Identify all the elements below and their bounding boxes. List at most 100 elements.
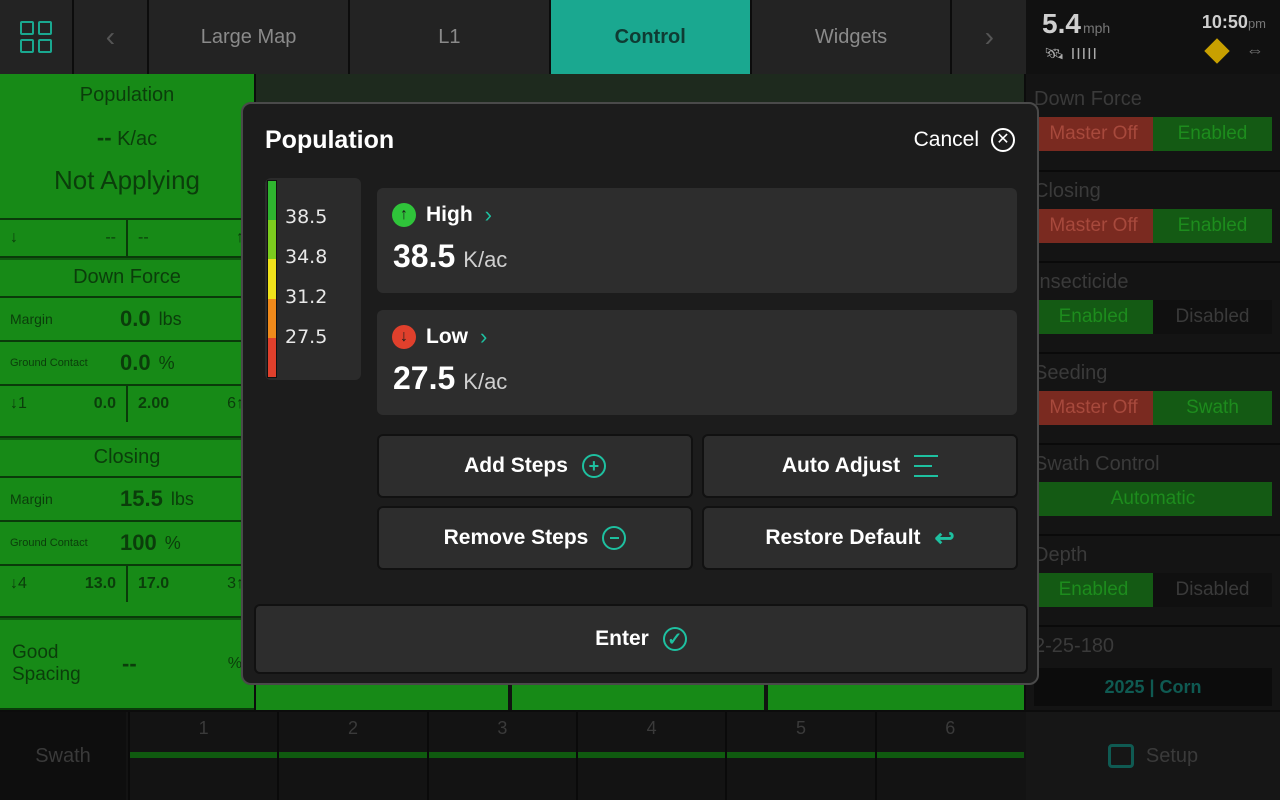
row-cell[interactable]: 3 xyxy=(426,712,576,800)
enter-button[interactable]: Enter ✓ xyxy=(254,604,1028,674)
setup-icon xyxy=(1107,744,1134,768)
center-lower-block xyxy=(512,684,764,710)
restore-arrow-icon: ↩ xyxy=(934,524,955,552)
top-nav: ‹ Large Map L1 Control Widgets › xyxy=(0,0,1027,74)
speed-value: 5.4 xyxy=(1042,8,1081,39)
population-minmax: ↓ -- -- ↑ xyxy=(0,218,254,256)
closing-margin-row: Margin 15.5 lbs xyxy=(0,476,254,520)
population-tile-value: -- K/ac xyxy=(96,125,158,150)
closing-tile[interactable]: Closing Margin 15.5 lbs Ground Contact 1… xyxy=(0,440,254,618)
row-cell[interactable]: 6 xyxy=(874,712,1024,800)
gps-signal: 🛰 IIIII xyxy=(1044,46,1098,63)
field-code: 2-25-180 xyxy=(1034,635,1115,657)
row-cell[interactable]: 5 xyxy=(725,712,875,800)
bottom-bar: Swath 1 2 3 4 5 6 Setup xyxy=(0,712,1280,800)
legend-label: 38.5 xyxy=(285,206,328,228)
close-circle-icon: ✕ xyxy=(991,128,1015,152)
rp-insecticide-toggle: Enabled Disabled xyxy=(1034,300,1272,334)
legend-label: 31.2 xyxy=(285,286,328,308)
add-steps-button[interactable]: Add Steps + xyxy=(377,434,693,498)
swath-label[interactable]: Swath xyxy=(0,712,126,800)
remove-steps-button[interactable]: Remove Steps − xyxy=(377,506,693,570)
season-badge[interactable]: 2025 | Corn xyxy=(1034,668,1272,706)
nav-next-button[interactable]: › xyxy=(952,0,1027,74)
adjust-lines-icon xyxy=(914,455,939,477)
add-steps-label: Add Steps xyxy=(464,454,568,477)
row-cell[interactable]: 2 xyxy=(277,712,427,800)
right-panel: Down Force Master Off Enabled Closing Ma… xyxy=(1026,74,1280,710)
rp-closing-toggle: Master Off Enabled xyxy=(1034,209,1272,243)
legend-label: 27.5 xyxy=(285,326,328,348)
population-legend: 38.5 34.8 31.2 27.5 xyxy=(265,178,361,380)
center-header-strip xyxy=(256,74,1024,104)
closing-tile-title: Closing xyxy=(93,446,161,468)
high-label: High xyxy=(426,203,473,226)
legend-swatch xyxy=(268,181,276,221)
population-tile-state: Not Applying xyxy=(54,165,200,195)
status-bar: 5.4 mph 10:50pm 🛰 IIIII ⇔ xyxy=(1026,0,1280,74)
chevron-right-icon: › xyxy=(480,324,488,349)
setup-button[interactable]: Setup xyxy=(1026,712,1280,800)
setup-label: Setup xyxy=(1145,744,1199,767)
row-strip: 1 2 3 4 5 6 xyxy=(128,712,1024,800)
rp-depth-disabled[interactable]: Disabled xyxy=(1153,573,1272,607)
swap-icon[interactable]: ⇔ xyxy=(1246,40,1264,61)
warning-icon[interactable] xyxy=(1204,38,1230,64)
rp-down-force-enabled[interactable]: Enabled xyxy=(1153,117,1272,151)
tab-widgets[interactable]: Widgets xyxy=(751,0,953,74)
rp-swath-control-toggle: Automatic xyxy=(1034,482,1272,516)
rp-insecticide-enabled[interactable]: Enabled xyxy=(1034,300,1153,334)
row-cell[interactable]: 1 xyxy=(128,712,278,800)
rp-closing-master-off[interactable]: Master Off xyxy=(1034,209,1153,243)
cancel-button[interactable]: Cancel ✕ xyxy=(914,128,1015,152)
low-card[interactable]: ↓ Low › 27.5 K/ac xyxy=(377,310,1017,415)
rp-swath-control-title: Swath Control xyxy=(1034,453,1160,475)
rp-closing-title: Closing xyxy=(1034,180,1101,202)
population-modal: Population Cancel ✕ 38.5 34.8 31.2 27.5 … xyxy=(241,102,1039,685)
rp-seeding-title: Seeding xyxy=(1034,362,1108,384)
nav-prev-button[interactable]: ‹ xyxy=(73,0,150,74)
clock: 10:50pm xyxy=(1202,12,1266,33)
rp-seeding-master-off[interactable]: Master Off xyxy=(1034,391,1153,425)
rp-seeding-swath[interactable]: Swath xyxy=(1153,391,1272,425)
low-value: 27.5 K/ac xyxy=(393,360,508,396)
rp-down-force-master-off[interactable]: Master Off xyxy=(1034,117,1153,151)
chevron-right-icon: › xyxy=(484,202,492,227)
auto-adjust-button[interactable]: Auto Adjust xyxy=(702,434,1018,498)
rp-down-force-title: Down Force xyxy=(1034,88,1142,110)
rp-closing-enabled[interactable]: Enabled xyxy=(1153,209,1272,243)
arrow-up-circle-icon: ↑ xyxy=(392,203,416,227)
good-spacing-unit: % xyxy=(227,655,242,672)
down-force-tile[interactable]: Down Force Margin 0.0 lbs Ground Contact… xyxy=(0,260,254,438)
good-spacing-tile[interactable]: Good Spacing -- % xyxy=(0,620,254,710)
rp-depth-enabled[interactable]: Enabled xyxy=(1034,573,1153,607)
center-lower-block xyxy=(768,684,1024,710)
rp-seeding-toggle: Master Off Swath xyxy=(1034,391,1272,425)
restore-default-label: Restore Default xyxy=(765,526,921,549)
good-spacing-value: -- xyxy=(122,651,137,676)
restore-default-button[interactable]: Restore Default ↩ xyxy=(702,506,1018,570)
row-cell[interactable]: 4 xyxy=(575,712,726,800)
closing-minmax: ↓4 13.0 17.0 3↑ xyxy=(0,564,254,602)
tab-control[interactable]: Control xyxy=(550,0,752,74)
down-force-gc-row: Ground Contact 0.0 % xyxy=(0,340,254,384)
legend-label: 34.8 xyxy=(285,246,328,268)
tab-large-map[interactable]: Large Map xyxy=(149,0,350,74)
high-card[interactable]: ↑ High › 38.5 K/ac xyxy=(377,188,1017,293)
rp-field-info: 2-25-180 2025 | Corn xyxy=(1026,625,1280,714)
speed-unit: mph xyxy=(1082,20,1111,36)
center-lower-block xyxy=(256,684,508,710)
population-tile[interactable]: Population -- K/ac Not Applying ↓ -- -- ↑ xyxy=(0,74,254,258)
rp-swath-control-automatic[interactable]: Automatic xyxy=(1034,482,1272,516)
low-label: Low xyxy=(426,325,468,348)
apps-grid-button[interactable] xyxy=(0,0,74,74)
high-card-header: ↑ High › xyxy=(392,202,492,228)
tab-l1[interactable]: L1 xyxy=(349,0,551,74)
down-force-minmax: ↓1 0.0 2.00 6↑ xyxy=(0,384,254,422)
clock-suffix: pm xyxy=(1247,16,1266,31)
legend-swatch xyxy=(268,337,276,377)
rp-swath-control: Swath Control Automatic xyxy=(1026,443,1280,524)
closing-gc-row: Ground Contact 100 % xyxy=(0,520,254,564)
rp-depth-title: Depth xyxy=(1034,544,1088,566)
rp-insecticide-disabled[interactable]: Disabled xyxy=(1153,300,1272,334)
